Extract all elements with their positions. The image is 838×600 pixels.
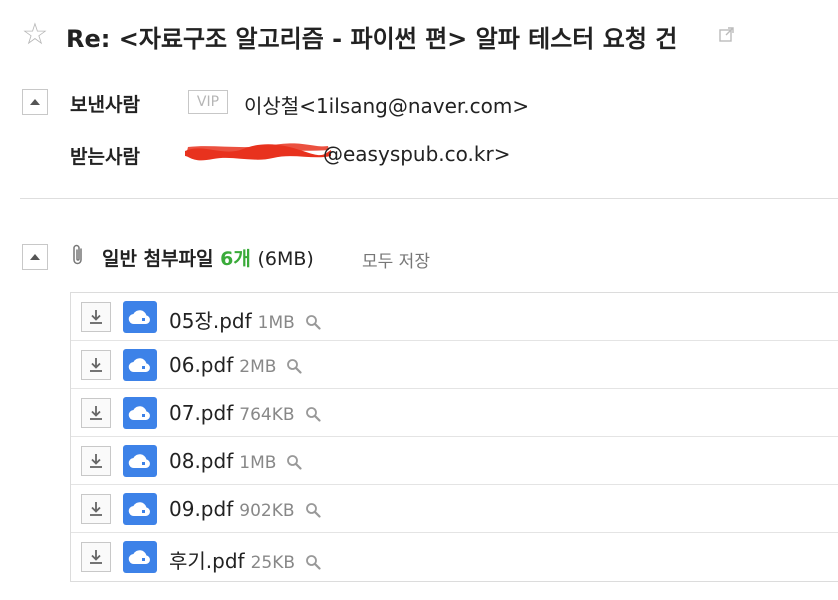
collapse-attachments-button[interactable]: [22, 244, 48, 270]
save-to-cloud-button[interactable]: [123, 301, 157, 333]
recipient-label: 받는사람: [70, 146, 140, 168]
download-button[interactable]: [81, 302, 111, 332]
download-icon: [88, 405, 104, 421]
attachment-row: 06.pdf 2MB: [71, 341, 838, 389]
redaction-mark: [185, 143, 331, 161]
collapse-recipients-button[interactable]: [22, 89, 48, 115]
magnifier-icon[interactable]: [305, 403, 321, 427]
vip-badge[interactable]: VIP: [188, 90, 228, 114]
save-to-cloud-button[interactable]: [123, 445, 157, 477]
save-to-cloud-button[interactable]: [123, 493, 157, 525]
attachments-header: 일반 첨부파일 6개 (6MB): [102, 244, 314, 271]
collapse-icon: [30, 254, 40, 260]
magnifier-icon[interactable]: [286, 355, 303, 379]
save-all-link[interactable]: 모두 저장: [362, 247, 430, 272]
attachment-size: 1MB: [239, 453, 277, 473]
sender-address[interactable]: 이상철<1ilsang@naver.com>: [244, 90, 529, 119]
download-button[interactable]: [81, 542, 111, 572]
cloud-icon: [128, 548, 152, 566]
collapse-icon: [30, 99, 40, 105]
attachment-filename[interactable]: 06.pdf: [169, 353, 233, 377]
attachment-link[interactable]: 06.pdf 2MB: [169, 353, 303, 379]
attachments-title: 일반 첨부파일: [102, 248, 214, 270]
attachment-filename[interactable]: 05장.pdf: [169, 309, 252, 333]
attachment-size: 764KB: [239, 405, 295, 425]
attachment-row: 05장.pdf 1MB: [71, 293, 838, 341]
paperclip-icon: [73, 244, 82, 265]
download-button[interactable]: [81, 350, 111, 380]
attachments-count: 6개: [220, 248, 251, 270]
download-icon: [88, 549, 104, 565]
magnifier-icon[interactable]: [305, 499, 321, 523]
attachment-size: 902KB: [239, 501, 295, 521]
attachment-list: 05장.pdf 1MB 06.pdf 2MB 07.pdf 764KB 08.pdf 1MB 0…: [70, 292, 838, 582]
attachments-total-size: (6MB): [257, 248, 314, 270]
download-button[interactable]: [81, 446, 111, 476]
attachment-link[interactable]: 09.pdf 902KB: [169, 497, 321, 523]
save-to-cloud-button[interactable]: [123, 541, 157, 573]
save-to-cloud-button[interactable]: [123, 397, 157, 429]
divider: [20, 198, 838, 199]
save-to-cloud-button[interactable]: [123, 349, 157, 381]
attachment-row: 07.pdf 764KB: [71, 389, 838, 437]
attachment-link[interactable]: 후기.pdf 25KB: [169, 545, 321, 575]
download-icon: [88, 453, 104, 469]
cloud-icon: [128, 500, 152, 518]
download-icon: [88, 357, 104, 373]
attachment-filename[interactable]: 08.pdf: [169, 449, 233, 473]
popout-icon[interactable]: [719, 26, 735, 42]
attachment-filename[interactable]: 09.pdf: [169, 497, 233, 521]
magnifier-icon[interactable]: [305, 311, 321, 335]
magnifier-icon[interactable]: [305, 551, 321, 575]
download-button[interactable]: [81, 494, 111, 524]
star-icon[interactable]: ☆: [20, 20, 50, 50]
download-button[interactable]: [81, 398, 111, 428]
attachment-size: 1MB: [257, 313, 295, 333]
attachment-link[interactable]: 08.pdf 1MB: [169, 449, 303, 475]
attachment-row: 후기.pdf 25KB: [71, 533, 838, 581]
cloud-icon: [128, 356, 152, 374]
attachment-row: 09.pdf 902KB: [71, 485, 838, 533]
attachment-link[interactable]: 05장.pdf 1MB: [169, 305, 321, 335]
attachment-row: 08.pdf 1MB: [71, 437, 838, 485]
download-icon: [88, 501, 104, 517]
attachment-filename[interactable]: 07.pdf: [169, 401, 233, 425]
attachment-filename[interactable]: 후기.pdf: [169, 549, 245, 573]
download-icon: [88, 309, 104, 325]
recipient-address[interactable]: @easyspub.co.kr>: [323, 142, 510, 166]
attachment-size: 2MB: [239, 357, 277, 377]
cloud-icon: [128, 308, 152, 326]
mail-subject: Re: <자료구조 알고리즘 - 파이썬 편> 알파 테스터 요청 건: [66, 25, 678, 53]
attachment-size: 25KB: [250, 553, 296, 573]
sender-label: 보낸사람: [70, 94, 140, 116]
attachment-link[interactable]: 07.pdf 764KB: [169, 401, 321, 427]
magnifier-icon[interactable]: [286, 451, 303, 475]
cloud-icon: [128, 452, 152, 470]
cloud-icon: [128, 404, 152, 422]
